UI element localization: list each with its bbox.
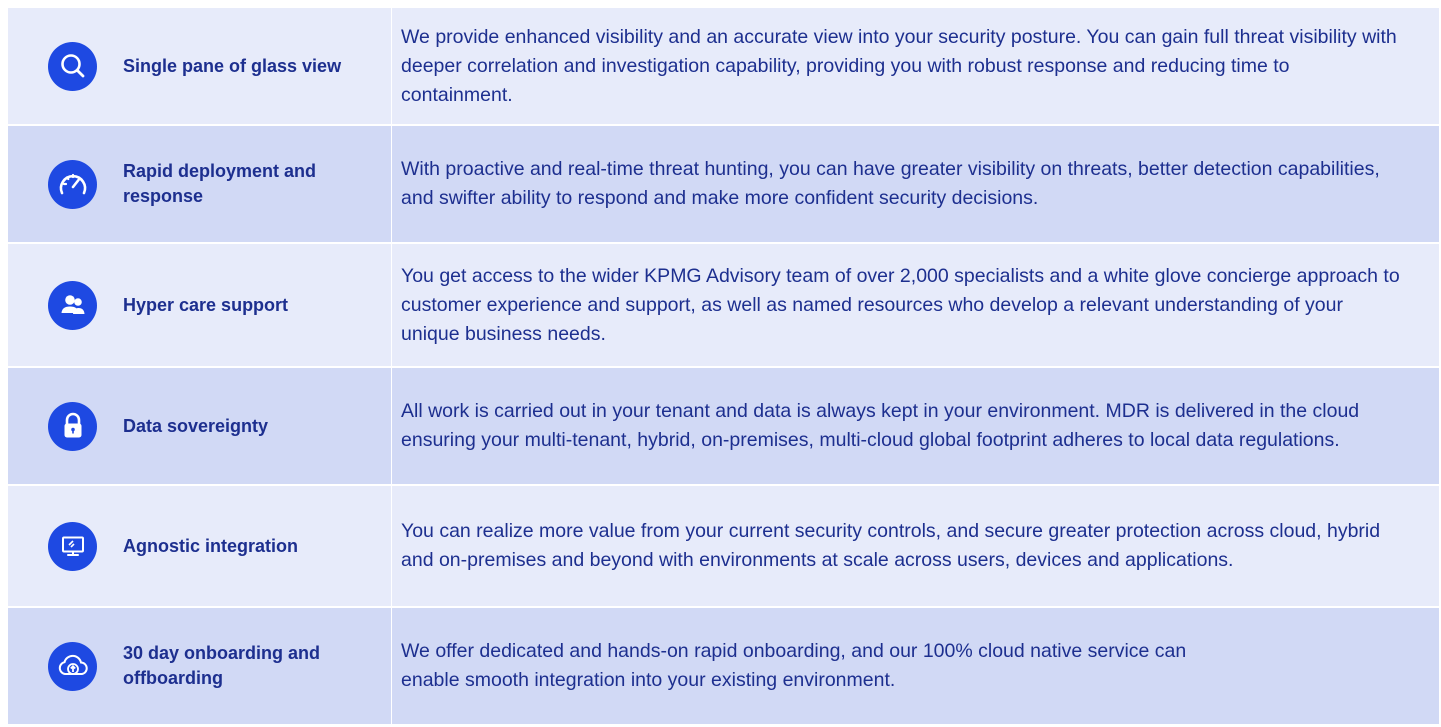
table-row: Rapid deployment and response With proac… xyxy=(0,126,1441,242)
lock-icon xyxy=(48,401,97,451)
row-title: Hyper care support xyxy=(123,294,289,315)
table-row: 30 day onboarding and offboarding We off… xyxy=(0,608,1441,724)
row-description: All work is carried out in your tenant a… xyxy=(401,400,1360,451)
search-icon xyxy=(48,41,97,91)
row-description: You get access to the wider KPMG Advisor… xyxy=(401,264,1400,345)
row-description: We offer dedicated and hands-on rapid on… xyxy=(401,640,1187,691)
monitor-icon xyxy=(48,521,97,571)
row-title: Agnostic integration xyxy=(123,535,298,556)
table-row: Agnostic integration You can realize mor… xyxy=(0,486,1441,606)
cloud-upload-icon xyxy=(48,641,97,691)
table-row: Hyper care support You get access to the… xyxy=(0,244,1441,366)
table-row: Single pane of glass view We provide enh… xyxy=(0,8,1441,124)
people-icon xyxy=(48,280,97,330)
row-description: You can realize more value from your cur… xyxy=(401,520,1381,571)
row-title: Single pane of glass view xyxy=(123,55,342,76)
row-title: Rapid deployment and response xyxy=(123,161,317,206)
row-title: Data sovereignty xyxy=(123,415,269,436)
row-title: 30 day onboarding and offboarding xyxy=(123,643,321,688)
row-description: We provide enhanced visibility and an ac… xyxy=(401,25,1397,106)
speedometer-icon xyxy=(48,159,97,209)
table-row: Data sovereignty All work is carried out… xyxy=(0,368,1441,484)
row-description: With proactive and real-time threat hunt… xyxy=(401,158,1380,209)
